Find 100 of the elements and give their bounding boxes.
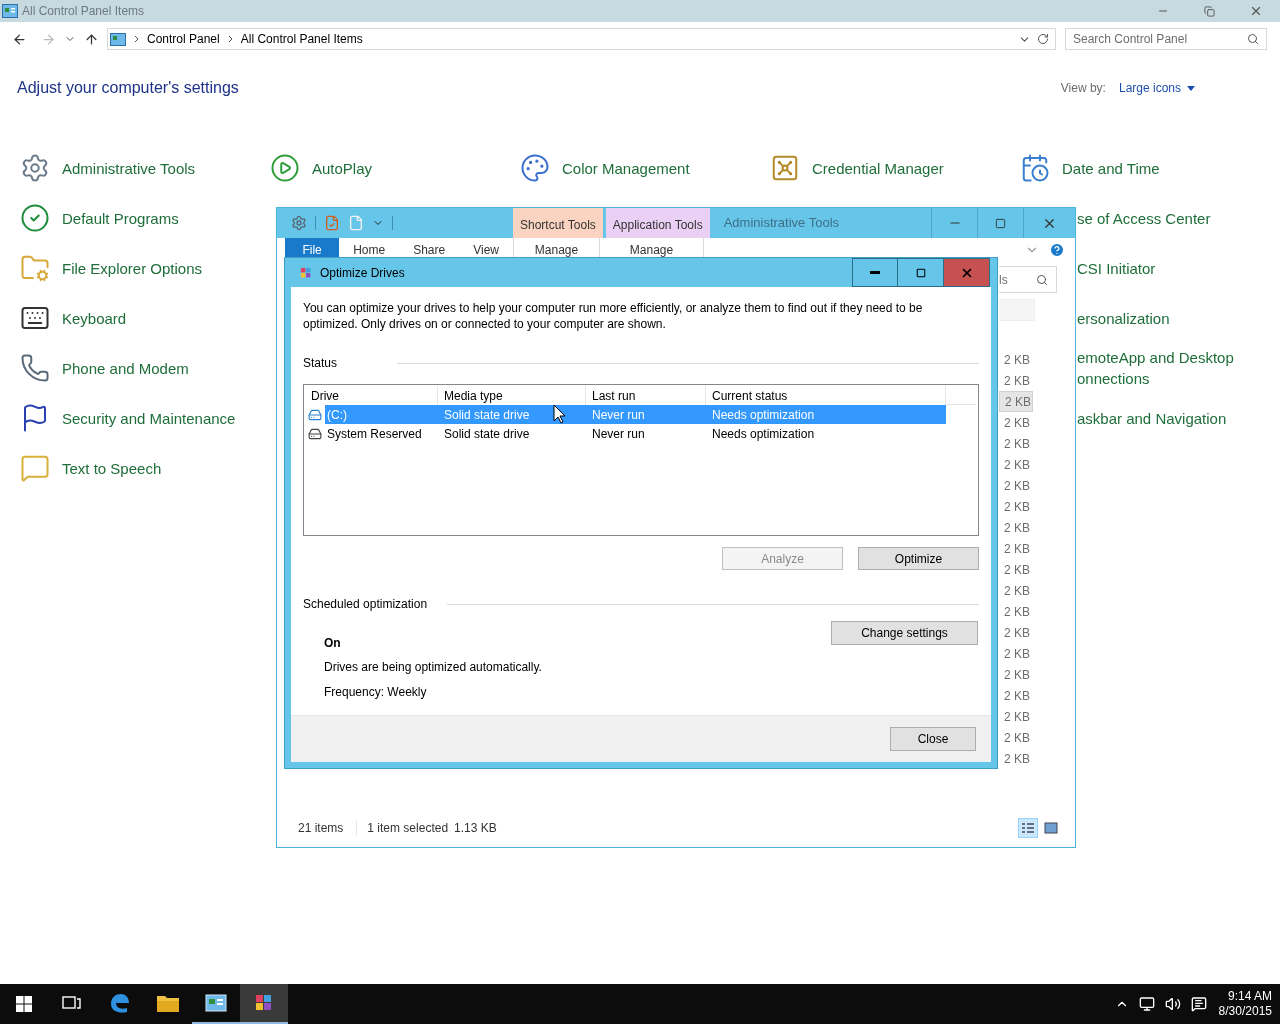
maximize-icon bbox=[995, 217, 1006, 229]
address-bar[interactable]: Control Panel All Control Panel Items bbox=[107, 28, 1056, 50]
control-panel-link[interactable]: Default Programs bbox=[62, 207, 252, 229]
up-icon[interactable] bbox=[84, 31, 99, 47]
control-panel-link[interactable]: Credential Manager bbox=[812, 157, 1002, 179]
large-icons-view-icon bbox=[1044, 822, 1058, 834]
play-icon bbox=[270, 153, 300, 183]
control-panel-link[interactable]: Date and Time bbox=[1062, 157, 1252, 179]
file-size[interactable]: 2 KB bbox=[999, 475, 1033, 496]
control-panel-link[interactable]: emoteApp and Desktop onnections bbox=[1077, 347, 1267, 389]
ribbon-tab[interactable]: View bbox=[459, 238, 513, 261]
page-heading: Adjust your computer's settings bbox=[17, 78, 239, 98]
table-cell: Solid state drive bbox=[444, 407, 530, 422]
phone-icon bbox=[20, 353, 50, 383]
control-panel-link[interactable]: CSI Initiator bbox=[1077, 257, 1267, 279]
intro-text: You can optimize your drives to help your computer run more efficiently, or analyze them to find out if they need to be optimized. Only drives on or connected to your computer are shown. bbox=[303, 300, 924, 332]
file-size[interactable]: 2 KB bbox=[999, 349, 1033, 370]
ribbon-tab[interactable]: Share bbox=[399, 238, 460, 261]
folder-icon bbox=[20, 253, 50, 283]
file-size[interactable]: 2 KB bbox=[999, 622, 1033, 643]
search-icon bbox=[1247, 33, 1259, 45]
section-heading: Status bbox=[303, 355, 338, 372]
control-panel-link[interactable]: askbar and Navigation bbox=[1077, 407, 1267, 429]
close-button[interactable] bbox=[944, 258, 990, 287]
control-panel-link[interactable]: Keyboard bbox=[62, 307, 252, 329]
mouse-pointer-icon bbox=[553, 404, 565, 424]
gear-icon bbox=[20, 153, 50, 183]
help-icon[interactable] bbox=[1049, 241, 1065, 258]
breadcrumb[interactable]: All Control Panel Items bbox=[240, 30, 363, 48]
checklist-icon[interactable] bbox=[324, 215, 340, 231]
change-settings-button[interactable]: Change settings bbox=[831, 621, 978, 645]
file-size[interactable]: 2 KB bbox=[999, 748, 1033, 769]
file-size[interactable]: 2 KB bbox=[999, 559, 1033, 580]
file-size[interactable]: 2 KB bbox=[999, 685, 1033, 706]
folder-icon bbox=[156, 993, 180, 1013]
search-field[interactable]: Search Control Panel bbox=[1065, 28, 1267, 50]
breadcrumb[interactable]: Control Panel bbox=[147, 30, 220, 48]
schedule-state: On bbox=[324, 635, 342, 652]
column-header bbox=[999, 299, 1035, 321]
control-panel-link[interactable]: Text to Speech bbox=[62, 457, 252, 479]
control-panel-link[interactable]: File Explorer Options bbox=[62, 257, 252, 279]
file-size[interactable]: 2 KB bbox=[999, 370, 1033, 391]
drive-row[interactable]: System Reserved Solid state drive Never run Needs optimization bbox=[325, 424, 946, 443]
minimize-button[interactable] bbox=[852, 258, 898, 287]
file-size[interactable]: 2 KB bbox=[999, 664, 1033, 685]
file-size[interactable]: 2 KB bbox=[999, 580, 1033, 601]
file-size[interactable]: 2 KB bbox=[999, 727, 1033, 748]
notifications-icon[interactable] bbox=[1190, 996, 1207, 1012]
control-panel-icon bbox=[2, 4, 18, 18]
clock[interactable]: 9:14 AM 8/30/2015 bbox=[1216, 989, 1272, 1019]
close-dialog-button[interactable]: Close bbox=[890, 727, 976, 751]
file-size[interactable]: 2 KB bbox=[999, 517, 1033, 538]
taskbar-app[interactable] bbox=[240, 984, 288, 1024]
control-panel-link[interactable]: Color Management bbox=[562, 157, 752, 179]
control-panel-link[interactable]: Phone and Modem bbox=[62, 357, 252, 379]
table-cell: Never run bbox=[592, 426, 645, 441]
check-icon bbox=[20, 203, 50, 233]
speech-bubble-icon bbox=[20, 453, 50, 483]
control-panel-link[interactable]: Security and Maintenance bbox=[62, 407, 252, 429]
window-title: Administrative Tools bbox=[723, 214, 840, 233]
details-view-button[interactable] bbox=[1018, 818, 1038, 838]
file-size[interactable]: 2 KB bbox=[999, 433, 1033, 454]
control-panel-link[interactable]: Administrative Tools bbox=[62, 157, 252, 179]
table-cell: Never run bbox=[592, 407, 645, 422]
network-icon[interactable] bbox=[1138, 996, 1155, 1012]
control-panel-link[interactable]: AutoPlay bbox=[312, 157, 502, 179]
dialog-title: Optimize Drives bbox=[320, 264, 405, 282]
back-icon[interactable] bbox=[12, 31, 27, 47]
file-size[interactable]: 2 KB bbox=[999, 391, 1033, 412]
contextual-tab-group: Application Tools bbox=[605, 208, 710, 238]
selection-size: 1.13 KB bbox=[454, 820, 497, 837]
table-cell: Solid state drive bbox=[444, 426, 530, 441]
table-cell: System Reserved bbox=[327, 426, 422, 441]
file-size[interactable]: 2 KB bbox=[999, 538, 1033, 559]
search-field[interactable]: ls bbox=[999, 266, 1057, 293]
chevron-icon bbox=[227, 35, 233, 43]
file-size[interactable]: 2 KB bbox=[999, 454, 1033, 475]
control-panel-link[interactable]: se of Access Center bbox=[1077, 207, 1267, 229]
ribbon-tab[interactable]: Home bbox=[339, 238, 400, 261]
file-size[interactable]: 2 KB bbox=[999, 706, 1033, 727]
properties-icon[interactable] bbox=[291, 215, 307, 231]
control-panel-icon bbox=[110, 32, 126, 46]
windows-drive-icon bbox=[308, 407, 322, 422]
action-button[interactable]: Optimize bbox=[858, 547, 979, 570]
schedule-description: Drives are being optimized automatically. bbox=[324, 659, 543, 676]
refresh-icon[interactable] bbox=[1037, 33, 1049, 45]
file-size[interactable]: 2 KB bbox=[999, 412, 1033, 433]
view-mode-dropdown[interactable]: Large icons bbox=[1118, 79, 1195, 97]
selection-status: 1 item selected bbox=[367, 820, 449, 837]
palette-icon bbox=[520, 153, 550, 183]
table-cell: (C:) bbox=[327, 407, 347, 422]
volume-icon[interactable] bbox=[1164, 996, 1181, 1012]
control-panel-link[interactable]: ersonalization bbox=[1077, 307, 1267, 329]
file-size[interactable]: 2 KB bbox=[999, 601, 1033, 622]
item-count: 21 items bbox=[298, 820, 344, 837]
view-by-label: View by: bbox=[1060, 80, 1106, 97]
restore-icon bbox=[1203, 5, 1215, 17]
file-size[interactable]: 2 KB bbox=[999, 496, 1033, 517]
file-size[interactable]: 2 KB bbox=[999, 643, 1033, 664]
window-title: All Control Panel Items bbox=[22, 3, 145, 20]
